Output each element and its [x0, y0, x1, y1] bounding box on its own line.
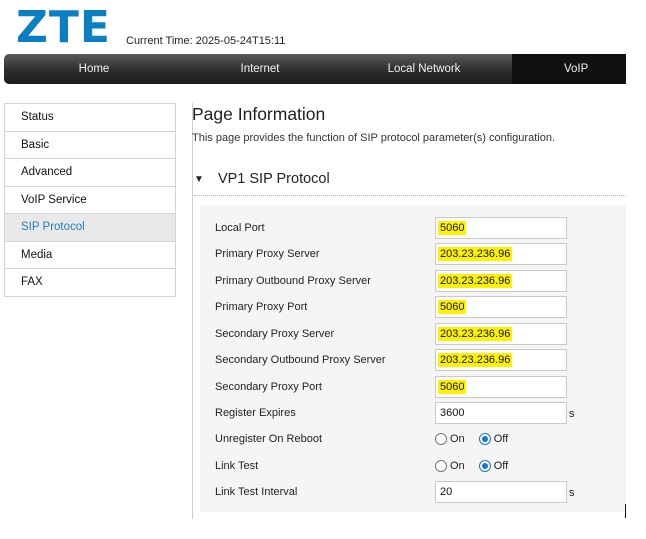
unit-label: s: [569, 408, 575, 420]
field-label: Unregister On Reboot: [215, 433, 322, 445]
sidebar-item-voip-service[interactable]: VoIP Service: [5, 186, 175, 214]
sidebar-item-basic[interactable]: Basic: [5, 131, 175, 159]
sidebar-item-status[interactable]: Status: [5, 104, 175, 132]
sidebar-item-sip-protocol[interactable]: SIP Protocol: [5, 214, 175, 242]
tab-internet[interactable]: Internet: [184, 54, 336, 84]
field-value: 203.23.236.96: [438, 274, 513, 288]
field-value: 203.23.236.96: [438, 327, 513, 341]
field-label: Primary Proxy Server: [215, 248, 320, 260]
local-port-input[interactable]: 5060: [435, 217, 567, 239]
page-description: This page provides the function of SIP p…: [192, 132, 555, 144]
collapse-arrow-icon[interactable]: ▼: [194, 174, 204, 185]
primary-proxy-port-input[interactable]: 5060: [435, 296, 567, 318]
field-label: Link Test Interval: [215, 486, 298, 498]
radio-label: Off: [493, 460, 509, 472]
field-label: Secondary Proxy Port: [215, 381, 322, 393]
field-value: 3600: [440, 407, 465, 419]
radio-label: On: [450, 460, 465, 472]
page-title: Page Information: [192, 104, 326, 124]
current-time-label: Current Time:: [126, 35, 193, 47]
field-value: 203.23.236.96: [438, 353, 513, 367]
link-test-radios: On Off: [435, 455, 522, 477]
field-label: Primary Outbound Proxy Server: [215, 275, 371, 287]
radio-unchecked-icon[interactable]: [435, 460, 447, 472]
section-title: VP1 SIP Protocol: [217, 171, 330, 187]
text-cursor: [625, 504, 626, 518]
field-value: 5060: [438, 300, 467, 314]
radio-checked-icon[interactable]: [478, 433, 491, 445]
tab-home[interactable]: Home: [4, 54, 184, 84]
primary-proxy-server-input[interactable]: 203.23.236.96: [435, 243, 567, 265]
secondary-outbound-proxy-input[interactable]: 203.23.236.96: [435, 349, 567, 371]
secondary-proxy-server-input[interactable]: 203.23.236.96: [435, 323, 567, 345]
radio-unchecked-icon[interactable]: [435, 433, 447, 445]
sidebar-item-media[interactable]: Media: [5, 241, 175, 269]
field-value: 20: [440, 486, 453, 498]
zte-logo: ZTE: [16, 2, 111, 53]
radio-label: Off: [493, 433, 509, 445]
field-label: Primary Proxy Port: [215, 301, 308, 313]
field-label: Secondary Proxy Server: [215, 328, 335, 340]
link-test-interval-input[interactable]: 20: [435, 481, 567, 503]
sidebar-item-advanced[interactable]: Advanced: [5, 159, 175, 187]
radio-off[interactable]: Off: [478, 433, 509, 445]
tab-voip[interactable]: VoIP: [512, 54, 626, 84]
field-label: Register Expires: [215, 407, 296, 419]
radio-on[interactable]: On: [435, 460, 465, 472]
field-value: 5060: [438, 380, 467, 394]
field-value: 203.23.236.96: [438, 247, 513, 261]
field-label: Link Test: [215, 460, 259, 472]
section-header-vp1-sip[interactable]: ▼ VP1 SIP Protocol: [194, 171, 330, 187]
tab-local-network[interactable]: Local Network: [336, 54, 512, 84]
current-time: Current Time: 2025-05-24T15:11: [126, 35, 285, 47]
field-label: Local Port: [215, 222, 265, 234]
register-expires-input[interactable]: 3600: [435, 402, 567, 424]
current-time-value: 2025-05-24T15:11: [195, 35, 286, 47]
sidebar: Status Basic Advanced VoIP Service SIP P…: [4, 103, 176, 297]
field-label: Secondary Outbound Proxy Server: [215, 354, 386, 366]
section-divider: [194, 195, 626, 196]
radio-off[interactable]: Off: [478, 460, 509, 472]
primary-outbound-proxy-input[interactable]: 203.23.236.96: [435, 270, 567, 292]
sidebar-item-fax[interactable]: FAX: [5, 269, 175, 297]
top-nav: Home Internet Local Network VoIP: [4, 54, 626, 84]
radio-on[interactable]: On: [435, 433, 465, 445]
radio-checked-icon[interactable]: [478, 460, 491, 472]
field-value: 5060: [438, 221, 467, 235]
radio-label: On: [450, 433, 465, 445]
unit-label: s: [569, 487, 575, 499]
secondary-proxy-port-input[interactable]: 5060: [435, 376, 567, 398]
unregister-on-reboot-radios: On Off: [435, 428, 522, 450]
